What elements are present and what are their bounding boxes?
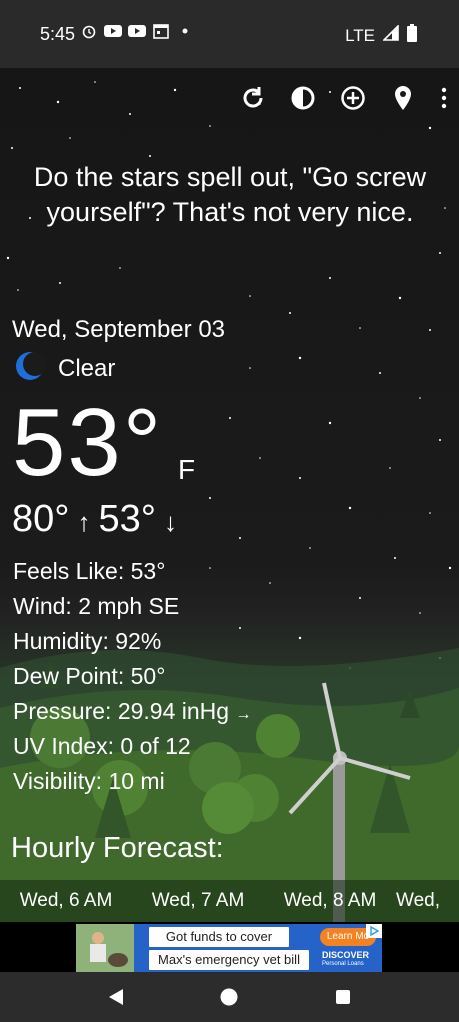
status-time: 5:45: [40, 24, 76, 44]
detail-uv-index: UV Index: 0 of 12: [13, 729, 251, 764]
condition-text: Clear: [58, 354, 116, 382]
calendar-icon: [152, 22, 170, 40]
status-bar: 5:45 LTE: [0, 0, 459, 68]
weather-screen: Do the stars spell out, "Go screw yourse…: [0, 68, 459, 972]
detail-dew-point: Dew Point: 50°: [13, 659, 251, 694]
current-temperature: 53°: [12, 389, 164, 496]
ad-banner[interactable]: Got funds to cover Max's emergency vet b…: [76, 924, 382, 972]
hourly-item[interactable]: Wed, 7 AM: [132, 890, 264, 912]
recents-icon[interactable]: [332, 986, 354, 1008]
home-icon[interactable]: [218, 986, 240, 1008]
battery-icon: [407, 24, 417, 47]
network-label: LTE: [345, 25, 375, 45]
status-system-icons: LTE: [345, 24, 417, 47]
detail-visibility: Visibility: 10 mi: [13, 764, 251, 799]
detail-label: Pressure:: [13, 698, 112, 724]
more-vert-icon[interactable]: [439, 84, 449, 112]
weather-details: Feels Like: 53° Wind: 2 mph SE Humidity:…: [13, 554, 251, 799]
detail-value: 53°: [130, 558, 166, 584]
detail-value: 92%: [115, 628, 162, 654]
detail-label: Feels Like:: [13, 558, 125, 584]
adchoices-icon[interactable]: [366, 924, 382, 938]
detail-value: 29.94 inHg: [117, 698, 230, 724]
theme-icon[interactable]: [289, 84, 317, 112]
add-location-icon[interactable]: [339, 84, 367, 112]
detail-label: Wind:: [13, 593, 72, 619]
refresh-icon[interactable]: [239, 84, 267, 112]
dot-icon: [176, 22, 194, 40]
ad-image: [76, 924, 134, 972]
hourly-item[interactable]: Wed, 8 AM: [264, 890, 396, 912]
detail-value: 2 mph SE: [78, 593, 180, 619]
weather-tagline: Do the stars spell out, "Go screw yourse…: [33, 162, 427, 227]
hourly-item[interactable]: Wed, 6 AM: [0, 890, 132, 912]
detail-label: Visibility:: [13, 768, 103, 794]
ad-headline: Got funds to cover: [149, 927, 289, 947]
hourly-item[interactable]: Wed,: [396, 890, 456, 912]
pressure-trend-icon: →: [235, 706, 252, 723]
ad-subline: Max's emergency vet bill: [149, 950, 309, 970]
detail-label: Dew Point:: [13, 663, 125, 689]
alarm-icon: [80, 22, 98, 40]
detail-value: 50°: [130, 663, 166, 689]
back-icon[interactable]: [105, 986, 127, 1008]
high-temp: 80°: [12, 498, 70, 540]
detail-feels-like: Feels Like: 53°: [13, 554, 251, 589]
detail-value: 10 mi: [108, 768, 165, 794]
high-low-temperature: 80° ↑ 53° ↓: [12, 498, 177, 541]
detail-humidity: Humidity: 92%: [13, 624, 251, 659]
youtube-icon: [128, 22, 146, 40]
low-arrow-icon: ↓: [163, 507, 177, 537]
condition-row: Clear: [14, 350, 115, 387]
ad-area: Got funds to cover Max's emergency vet b…: [0, 922, 459, 972]
toolbar: [239, 84, 449, 112]
low-temp: 53°: [98, 498, 156, 540]
signal-icon: [382, 24, 399, 46]
detail-label: Humidity:: [13, 628, 109, 654]
hourly-forecast-title: Hourly Forecast:: [11, 832, 224, 864]
location-pin-icon[interactable]: [389, 84, 417, 112]
navigation-bar: [0, 972, 459, 1022]
detail-wind: Wind: 2 mph SE: [13, 589, 251, 624]
detail-pressure: Pressure: 29.94 inHg →: [13, 694, 251, 729]
detail-label: UV Index:: [13, 733, 114, 759]
hourly-forecast-strip[interactable]: Wed, 6 AM Wed, 7 AM Wed, 8 AM Wed,: [0, 880, 459, 922]
youtube-icon: [104, 22, 122, 40]
current-date: Wed, September 03: [12, 316, 226, 343]
moon-icon: [14, 350, 47, 387]
high-arrow-icon: ↑: [77, 507, 91, 537]
ad-brand: DISCOVER: [322, 950, 370, 960]
ad-brand-subtitle: Personal Loans: [322, 961, 364, 967]
detail-value: 0 of 12: [120, 733, 191, 759]
temperature-unit: F: [178, 454, 196, 485]
status-notification-icons: [80, 22, 194, 40]
